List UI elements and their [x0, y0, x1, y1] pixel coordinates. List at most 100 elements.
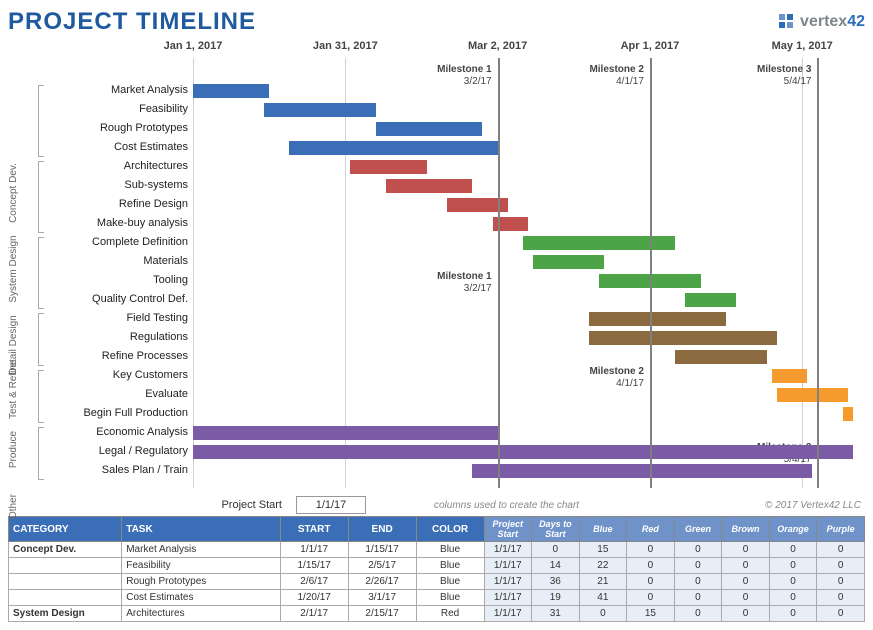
table-cell[interactable]: 3/1/17 — [348, 590, 416, 606]
table-cell[interactable]: Market Analysis — [122, 542, 281, 558]
table-cell[interactable]: 1/20/17 — [280, 590, 348, 606]
table-cell[interactable]: 0 — [722, 606, 770, 622]
table-cell[interactable]: Blue — [416, 590, 484, 606]
table-cell[interactable]: 0 — [627, 542, 675, 558]
gantt-bar — [772, 369, 808, 383]
table-cell[interactable]: 0 — [674, 558, 722, 574]
table-cell[interactable]: 0 — [817, 606, 865, 622]
table-cell[interactable]: Architectures — [122, 606, 281, 622]
gantt-bar — [589, 331, 777, 345]
table-cell[interactable]: Red — [416, 606, 484, 622]
table-cell[interactable]: 0 — [722, 558, 770, 574]
table-cell[interactable] — [9, 558, 122, 574]
milestone-label-top: Milestone 35/4/17 — [757, 64, 815, 88]
table-cell[interactable]: 1/15/17 — [348, 542, 416, 558]
table-cell[interactable]: 0 — [674, 606, 722, 622]
table-header-cell: END — [348, 517, 416, 542]
table-header: CATEGORYTASKSTARTENDCOLORProject StartDa… — [9, 517, 865, 542]
table-cell[interactable]: 0 — [532, 542, 580, 558]
table-cell[interactable]: Feasibility — [122, 558, 281, 574]
gantt-bar — [264, 103, 376, 117]
table-cell[interactable]: 1/15/17 — [280, 558, 348, 574]
table-cell[interactable]: Concept Dev. — [9, 542, 122, 558]
table-cell[interactable]: 0 — [769, 590, 817, 606]
gantt-bar — [193, 426, 498, 440]
table-cell[interactable]: 0 — [579, 606, 627, 622]
table-cell[interactable]: Cost Estimates — [122, 590, 281, 606]
table-cell[interactable]: 31 — [532, 606, 580, 622]
table-cell[interactable]: 41 — [579, 590, 627, 606]
gantt-bar — [523, 236, 675, 250]
milestone-line — [498, 58, 500, 488]
gridline — [193, 58, 194, 488]
table-cell[interactable]: 0 — [817, 542, 865, 558]
group-bracket — [38, 237, 44, 309]
table-cell[interactable]: 22 — [579, 558, 627, 574]
table-cell[interactable]: 0 — [817, 590, 865, 606]
table-cell[interactable]: 0 — [674, 590, 722, 606]
table-cell[interactable]: 14 — [532, 558, 580, 574]
table-subheader-cell: Orange — [769, 517, 817, 542]
table-subheader-cell: Brown — [722, 517, 770, 542]
table-cell[interactable]: 0 — [769, 558, 817, 574]
task-label: Feasibility — [48, 104, 188, 115]
project-start-row: Project Start 1/1/17 columns used to cre… — [8, 496, 865, 514]
table-cell[interactable]: 1/1/17 — [484, 606, 532, 622]
milestone-label-inline: Milestone 24/1/17 — [589, 366, 647, 390]
table-cell[interactable]: System Design — [9, 606, 122, 622]
date-header: Apr 1, 2017 — [621, 40, 680, 52]
table-subheader-cell: Red — [627, 517, 675, 542]
table-cell[interactable]: 2/5/17 — [348, 558, 416, 574]
group-bracket — [38, 85, 44, 157]
date-header: Jan 1, 2017 — [164, 40, 223, 52]
table-cell[interactable]: 21 — [579, 574, 627, 590]
table-cell[interactable]: 19 — [532, 590, 580, 606]
table-cell[interactable]: 0 — [722, 542, 770, 558]
table-header-cell: TASK — [122, 517, 281, 542]
table-cell[interactable]: 1/1/17 — [280, 542, 348, 558]
task-label: Regulations — [48, 332, 188, 343]
table-cell[interactable]: 0 — [674, 574, 722, 590]
table-cell[interactable]: Blue — [416, 574, 484, 590]
gantt-bar — [533, 255, 604, 269]
table-cell[interactable]: 36 — [532, 574, 580, 590]
table-cell[interactable]: 0 — [817, 574, 865, 590]
table-cell[interactable]: 0 — [769, 606, 817, 622]
task-label: Complete Definition — [48, 237, 188, 248]
table-cell[interactable]: 1/1/17 — [484, 542, 532, 558]
table-cell[interactable]: 0 — [722, 590, 770, 606]
table-cell[interactable]: Blue — [416, 542, 484, 558]
gantt-bar — [193, 84, 269, 98]
table-cell[interactable]: Rough Prototypes — [122, 574, 281, 590]
table-cell[interactable]: 0 — [627, 590, 675, 606]
table-cell[interactable]: 0 — [674, 542, 722, 558]
table-cell[interactable]: 2/15/17 — [348, 606, 416, 622]
table-cell[interactable]: 2/26/17 — [348, 574, 416, 590]
table-cell[interactable]: 0 — [769, 542, 817, 558]
table-cell[interactable]: 2/1/17 — [280, 606, 348, 622]
table-cell[interactable]: 0 — [769, 574, 817, 590]
table-cell[interactable]: 0 — [627, 574, 675, 590]
table-cell[interactable]: 1/1/17 — [484, 590, 532, 606]
table-subheader-cell: Days to Start — [532, 517, 580, 542]
task-label: Refine Design — [48, 199, 188, 210]
logo-text-blue: 42 — [847, 13, 865, 30]
table-cell[interactable]: 0 — [627, 558, 675, 574]
table-cell[interactable] — [9, 574, 122, 590]
table-cell[interactable]: 1/1/17 — [484, 574, 532, 590]
project-start-value[interactable]: 1/1/17 — [296, 496, 366, 514]
milestone-line — [817, 58, 819, 488]
table-cell[interactable] — [9, 590, 122, 606]
table-cell[interactable]: 1/1/17 — [484, 558, 532, 574]
table-cell[interactable]: 15 — [579, 542, 627, 558]
task-label: Market Analysis — [48, 85, 188, 96]
table-cell[interactable]: 15 — [627, 606, 675, 622]
table-cell[interactable]: 0 — [722, 574, 770, 590]
date-header: Jan 31, 2017 — [313, 40, 378, 52]
table-cell[interactable]: Blue — [416, 558, 484, 574]
table-cell[interactable]: 2/6/17 — [280, 574, 348, 590]
date-header: Mar 2, 2017 — [468, 40, 527, 52]
gantt-bar — [843, 407, 853, 421]
gantt-bar — [777, 388, 848, 402]
table-cell[interactable]: 0 — [817, 558, 865, 574]
